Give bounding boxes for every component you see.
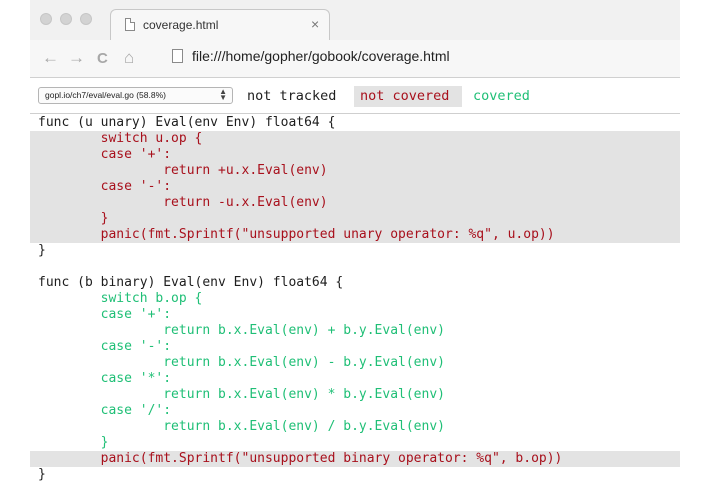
select-arrows-icon: ▲ ▼ <box>219 87 227 102</box>
code-line: case '-': <box>38 339 172 354</box>
code-line: switch b.op { <box>38 291 203 306</box>
code-line: } <box>38 467 46 482</box>
toolbar: ← → C ⌂ file:///home/gopher/gobook/cover… <box>30 40 680 78</box>
tab-title: coverage.html <box>143 18 219 32</box>
tab-close-icon[interactable]: × <box>311 16 319 32</box>
zoom-window-button[interactable] <box>80 13 92 25</box>
code-line: panic(fmt.Sprintf("unsupported binary op… <box>30 451 680 467</box>
code-line: panic(fmt.Sprintf("unsupported unary ope… <box>30 227 680 243</box>
back-arrow-icon[interactable]: ← <box>42 48 59 68</box>
forward-arrow-icon[interactable]: → <box>68 48 85 68</box>
document-icon <box>125 18 135 31</box>
coverage-controls: gopl.io/ch7/eval/eval.go (58.8%) ▲ ▼ not … <box>30 78 680 114</box>
tab-strip: coverage.html × <box>30 0 680 40</box>
code-line: return b.x.Eval(env) * b.y.Eval(env) <box>38 387 445 402</box>
file-select[interactable]: gopl.io/ch7/eval/eval.go (58.8%) ▲ ▼ <box>38 87 233 104</box>
legend-not-tracked: not tracked <box>247 88 337 104</box>
code-line: case '/': <box>38 403 172 418</box>
reload-icon[interactable]: C <box>97 49 108 69</box>
legend-covered: covered <box>473 88 530 104</box>
code-line: case '+': <box>38 307 172 322</box>
home-icon[interactable]: ⌂ <box>124 48 134 68</box>
code-line: } <box>38 243 46 258</box>
code-line: switch u.op { <box>30 131 680 147</box>
source-code: func (u unary) Eval(env Env) float64 { s… <box>30 115 680 483</box>
file-page-icon <box>172 49 183 63</box>
code-line: func (b binary) Eval(env Env) float64 { <box>38 275 344 290</box>
minimize-window-button[interactable] <box>60 13 72 25</box>
code-line: func (u unary) Eval(env Env) float64 { <box>38 115 336 130</box>
tab-coverage[interactable]: coverage.html × <box>110 9 330 40</box>
code-line: case '-': <box>30 179 680 195</box>
code-line: return +u.x.Eval(env) <box>30 163 680 179</box>
code-line: return -u.x.Eval(env) <box>30 195 680 211</box>
code-line: } <box>38 435 109 450</box>
code-line: return b.x.Eval(env) + b.y.Eval(env) <box>38 323 445 338</box>
address-bar[interactable]: file:///home/gopher/gobook/coverage.html <box>192 48 450 64</box>
code-line: return b.x.Eval(env) / b.y.Eval(env) <box>38 419 445 434</box>
legend-not-covered: not covered <box>354 86 462 107</box>
code-line: return b.x.Eval(env) - b.y.Eval(env) <box>38 355 445 370</box>
browser-window: coverage.html × ← → C ⌂ file:///home/gop… <box>30 0 680 494</box>
file-select-value: gopl.io/ch7/eval/eval.go (58.8%) <box>45 90 166 100</box>
code-line: case '*': <box>38 371 172 386</box>
close-window-button[interactable] <box>40 13 52 25</box>
code-line: } <box>30 211 680 227</box>
code-line: case '+': <box>30 147 680 163</box>
